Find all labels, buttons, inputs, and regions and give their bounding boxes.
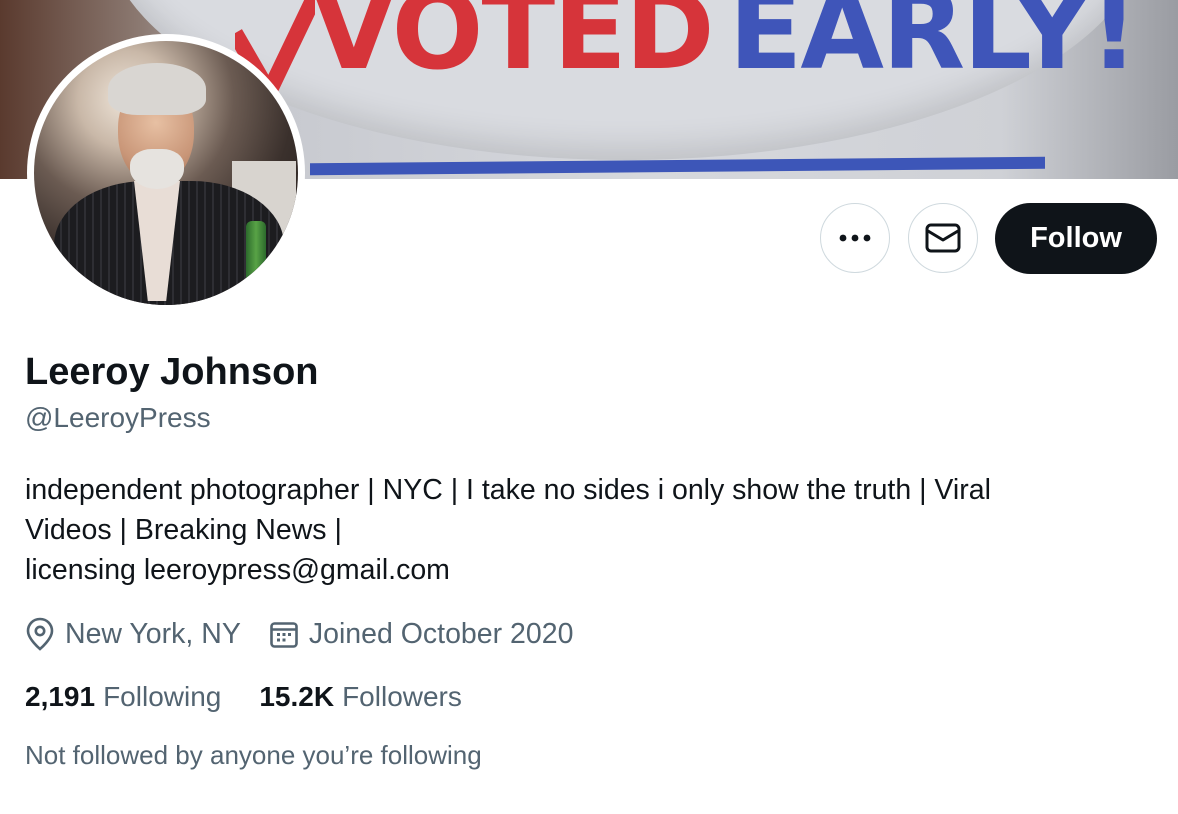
following-link[interactable]: 2,191 Following	[25, 681, 221, 713]
following-count: 2,191	[25, 681, 96, 712]
display-name: Leeroy Johnson	[25, 351, 319, 393]
avatar-beard	[130, 149, 184, 189]
followed-by-note: Not followed by anyone you’re following	[25, 740, 482, 770]
bio-line: licensing leeroypress@gmail.com	[25, 554, 450, 586]
bio-line: Videos | Breaking News |	[25, 514, 342, 546]
profile-page: VOTED EARLY! Follow Leeroy Johnson @Leero…	[0, 0, 1178, 814]
more-horizontal-icon	[839, 234, 871, 242]
bio-line: independent photographer | NYC | I take …	[25, 474, 991, 506]
profile-avatar[interactable]	[27, 34, 305, 312]
location-item: New York, NY	[25, 617, 241, 651]
location-text: New York, NY	[65, 617, 241, 650]
user-handle: @LeeroyPress	[25, 402, 211, 433]
joined-text: Joined October 2020	[308, 617, 574, 650]
message-button[interactable]	[908, 203, 978, 273]
avatar-photo	[34, 41, 298, 305]
joined-item: Joined October 2020	[269, 617, 574, 651]
location-pin-icon	[26, 617, 54, 651]
profile-meta: New York, NY Joined October 2020	[25, 614, 573, 654]
avatar-bottle	[246, 221, 266, 291]
profile-bio: independent photographer | NYC | I take …	[25, 470, 1145, 590]
followers-link[interactable]: 15.2K Followers	[259, 681, 462, 713]
banner-stripe	[310, 156, 1045, 176]
envelope-icon	[925, 223, 961, 253]
banner-text-voted: VOTED	[312, 0, 715, 94]
followers-count: 15.2K	[259, 681, 335, 712]
avatar-hair	[108, 63, 206, 115]
follow-stats: 2,191 Following 15.2K Followers	[25, 677, 462, 717]
calendar-icon	[270, 622, 298, 648]
more-options-button[interactable]	[820, 203, 890, 273]
follow-button[interactable]: Follow	[995, 203, 1157, 274]
followers-label: Followers	[342, 681, 462, 712]
banner-text: VOTED EARLY!	[312, 0, 1139, 86]
following-label: Following	[103, 681, 222, 712]
banner-text-early: EARLY!	[728, 0, 1139, 94]
